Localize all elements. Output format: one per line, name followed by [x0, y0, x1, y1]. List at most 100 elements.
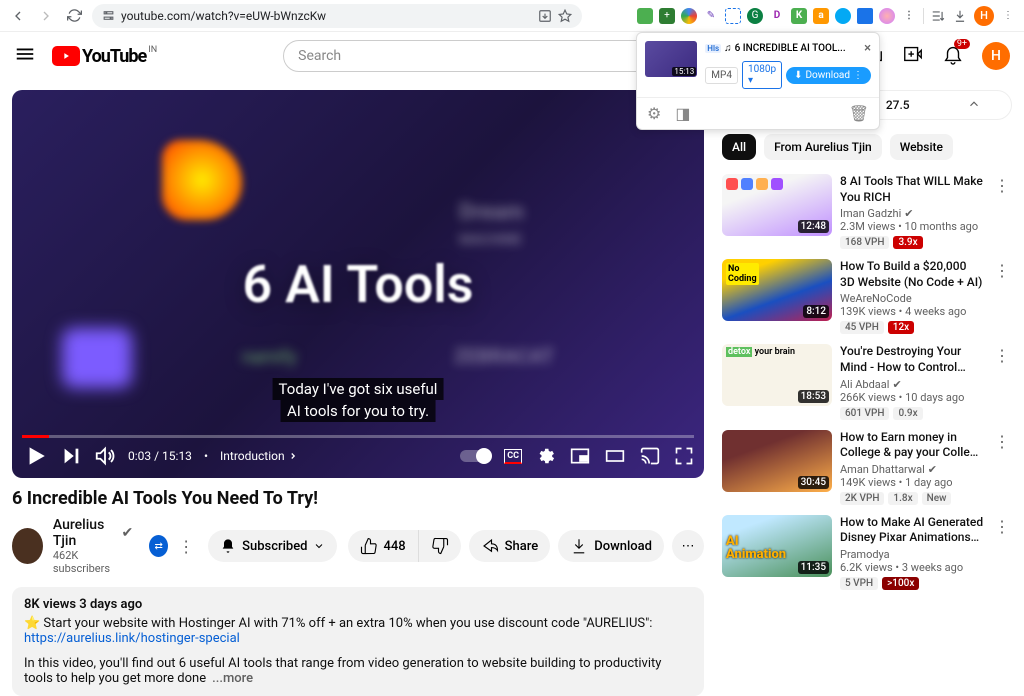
channel-name[interactable]: Aurelius Tjin [53, 517, 118, 549]
channel-menu-icon[interactable]: ⋮ [178, 537, 194, 556]
ext-icon-5[interactable]: G [747, 8, 763, 24]
description-box[interactable]: 8K views 3 days ago ⭐ Start your website… [12, 587, 704, 696]
rec-menu-icon[interactable]: ⋮ [992, 515, 1012, 590]
rec-thumbnail[interactable]: 12:48 [722, 174, 832, 236]
ext-icon-1[interactable] [637, 8, 653, 24]
rec-channel[interactable]: Pramodya [840, 548, 984, 561]
rec-title: How to Make AI Generated Disney Pixar An… [840, 515, 984, 546]
more-actions-button[interactable]: ⋯ [672, 530, 704, 562]
rec-channel[interactable]: Iman Gadzhi ✔ [840, 207, 984, 220]
reading-list-icon[interactable] [930, 8, 946, 24]
youtube-logo[interactable]: YouTube IN [52, 46, 157, 67]
show-more[interactable]: ...more [212, 671, 253, 686]
video-player[interactable]: DreamMACHINE 6 AI Tools namify ZEBRACAT … [12, 90, 704, 478]
url-text: youtube.com/watch?v=eUW-bWnzcKw [121, 9, 532, 23]
music-note-icon: ♫ [724, 43, 732, 54]
bookmark-star-icon[interactable] [558, 9, 572, 23]
guide-menu-button[interactable] [14, 43, 36, 69]
browser-menu-icon[interactable]: ⋮ [1000, 8, 1016, 24]
recommendation-item[interactable]: 12:48 8 AI Tools That WILL Make You RICH… [722, 174, 1012, 249]
rec-badge: 45 VPH [840, 321, 884, 334]
play-button[interactable] [22, 443, 48, 469]
chapter-link[interactable]: Introduction [220, 449, 298, 463]
rec-menu-icon[interactable]: ⋮ [992, 430, 1012, 505]
downloads-icon[interactable] [952, 8, 968, 24]
downloader-settings-icon[interactable]: ⚙ [647, 104, 661, 123]
channel-avatar[interactable] [12, 528, 43, 564]
rec-badge: 3.9x [893, 236, 922, 249]
stat-3: 27.5 [886, 98, 910, 112]
ext-icon-9[interactable] [835, 8, 851, 24]
volume-button[interactable] [94, 445, 116, 467]
hostinger-link[interactable]: https://aurelius.link/hostinger-special [24, 631, 240, 646]
rec-thumbnail[interactable]: 30:45 [722, 430, 832, 492]
next-button[interactable] [60, 445, 82, 467]
ext-icon-11[interactable] [879, 8, 895, 24]
rec-thumbnail[interactable]: NoCoding 8:12 [722, 259, 832, 321]
ext-icon-7[interactable]: K [791, 8, 807, 24]
account-avatar[interactable]: H [982, 42, 1010, 70]
rec-menu-icon[interactable]: ⋮ [992, 344, 1012, 419]
rec-badge: 601 VPH [840, 407, 889, 420]
join-icon[interactable]: ⇄ [149, 535, 168, 557]
like-button[interactable]: 448 [348, 530, 419, 562]
notification-count: 9+ [954, 39, 970, 49]
back-button[interactable] [8, 6, 28, 26]
rec-menu-icon[interactable]: ⋮ [992, 174, 1012, 249]
time-display: 0:03 / 15:13 [128, 449, 192, 463]
recommendation-item[interactable]: NoCoding 8:12 How To Build a $20,000 3D … [722, 259, 1012, 334]
theater-button[interactable] [604, 446, 626, 466]
stats-collapse-icon[interactable] [967, 96, 981, 115]
fullscreen-button[interactable] [674, 446, 694, 466]
eyedropper-icon[interactable]: ✎ [703, 8, 719, 24]
settings-button[interactable] [536, 446, 556, 466]
rec-meta: 6.2K views • 3 weeks ago [840, 561, 984, 574]
extensions-menu-icon[interactable]: ⋮ [901, 8, 917, 24]
ext-icon-10[interactable] [857, 8, 873, 24]
video-title: 6 Incredible AI Tools You Need To Try! [12, 488, 704, 509]
downloader-delete-icon[interactable]: 🗑 [849, 104, 869, 123]
chip-website[interactable]: Website [890, 134, 953, 160]
autoplay-toggle[interactable] [460, 450, 490, 462]
cast-button[interactable] [640, 446, 660, 466]
ext-icon-3[interactable] [681, 8, 697, 24]
recommendation-item[interactable]: 30:45 How to Earn money in College & pay… [722, 430, 1012, 505]
ext-icon-8[interactable]: a [813, 8, 829, 24]
format-select[interactable]: MP4 [705, 67, 738, 84]
rec-channel[interactable]: WeAreNoCode [840, 292, 984, 305]
subscribe-button[interactable]: Subscribed [208, 530, 337, 562]
miniplayer-button[interactable] [570, 446, 590, 466]
rec-channel[interactable]: Ali Abdaal ✔ [840, 378, 984, 391]
recommendation-item[interactable]: detox your brain 18:53 You're Destroying… [722, 344, 1012, 419]
profile-avatar-browser[interactable]: H [974, 6, 994, 26]
downloader-close-button[interactable]: × [864, 41, 871, 56]
rec-thumbnail[interactable]: detox your brain 18:53 [722, 344, 832, 406]
rec-channel[interactable]: Aman Dhattarwal ✔ [840, 463, 984, 476]
rec-menu-icon[interactable]: ⋮ [992, 259, 1012, 334]
downloader-format-badge: Hls [705, 44, 721, 53]
chip-from-channel[interactable]: From Aurelius Tjin [764, 134, 882, 160]
captions-button[interactable]: CC [504, 449, 522, 464]
share-button[interactable]: Share [469, 530, 551, 562]
ext-icon-2[interactable]: + [659, 8, 675, 24]
address-bar[interactable]: youtube.com/watch?v=eUW-bWnzcKw [92, 4, 582, 28]
notifications-button[interactable]: 9+ [942, 43, 964, 69]
rec-thumbnail[interactable]: AIAnimation 11:35 [722, 515, 832, 577]
recommendation-item[interactable]: AIAnimation 11:35 How to Make AI Generat… [722, 515, 1012, 590]
ext-icon-4[interactable] [725, 8, 741, 24]
subscriber-count: 462K subscribers [53, 549, 133, 575]
create-button[interactable] [902, 43, 924, 69]
rec-badge: >100x [882, 577, 919, 590]
reload-button[interactable] [64, 6, 84, 26]
quality-select[interactable]: 1080p ▾ [742, 61, 782, 89]
downloader-panel-icon[interactable]: ◨ [675, 104, 690, 123]
ext-icon-6[interactable]: D [769, 8, 785, 24]
install-icon[interactable] [538, 9, 552, 23]
chip-all[interactable]: All [722, 134, 756, 160]
dislike-button[interactable] [419, 530, 461, 562]
downloader-download-button[interactable]: ⬇ Download ⋮ [786, 67, 871, 84]
download-button[interactable]: Download [558, 530, 664, 562]
forward-button[interactable] [36, 6, 56, 26]
rec-badge: 12x [888, 321, 914, 334]
downloader-title: 6 INCREDIBLE AI TOOL... [735, 43, 861, 54]
